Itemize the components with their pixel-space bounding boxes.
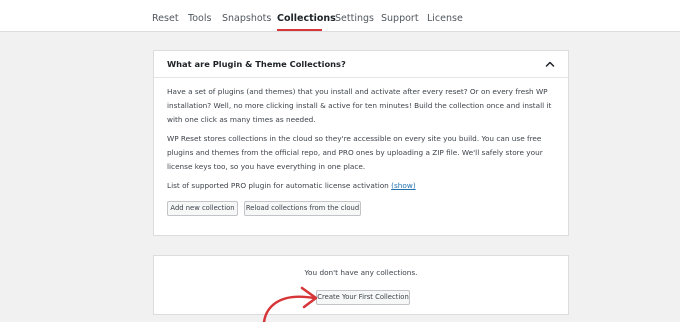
intro-paragraph: Have a set of plugins (and themes) that …	[167, 87, 552, 124]
pro-plugins-paragraph: List of supported PRO plugin for automat…	[167, 179, 559, 193]
create-first-collection-button[interactable]: Create Your First Collection	[316, 290, 410, 305]
chevron-up-icon[interactable]	[545, 59, 555, 69]
tab-support[interactable]: Support	[381, 13, 419, 24]
red-arrow-annotation	[262, 286, 318, 322]
empty-collections-card: You don't have any collections. Create Y…	[153, 255, 569, 315]
reload-collections-button[interactable]: Reload collections from the cloud	[244, 201, 361, 216]
tab-license[interactable]: License	[427, 13, 463, 24]
pro-plugins-text: List of supported PRO plugin for automat…	[167, 181, 389, 190]
show-link[interactable]: (show)	[391, 181, 416, 190]
tab-tools[interactable]: Tools	[188, 13, 211, 24]
card-header[interactable]: What are Plugin & Theme Collections?	[154, 51, 568, 78]
tab-settings[interactable]: Settings	[335, 13, 374, 24]
add-new-collection-button[interactable]: Add new collection	[167, 201, 238, 216]
tab-snapshots[interactable]: Snapshots	[222, 13, 271, 24]
empty-collections-message: You don't have any collections.	[304, 268, 418, 277]
active-tab-indicator	[277, 29, 322, 31]
tab-reset[interactable]: Reset	[152, 13, 179, 24]
cloud-storage-paragraph: WP Reset stores collections in the cloud…	[167, 134, 543, 171]
tab-bar: Reset Tools Snapshots Collections Settin…	[0, 6, 680, 32]
collections-info-card: What are Plugin & Theme Collections? Hav…	[153, 50, 569, 236]
card-title: What are Plugin & Theme Collections?	[167, 59, 346, 69]
tab-collections[interactable]: Collections	[277, 13, 336, 24]
